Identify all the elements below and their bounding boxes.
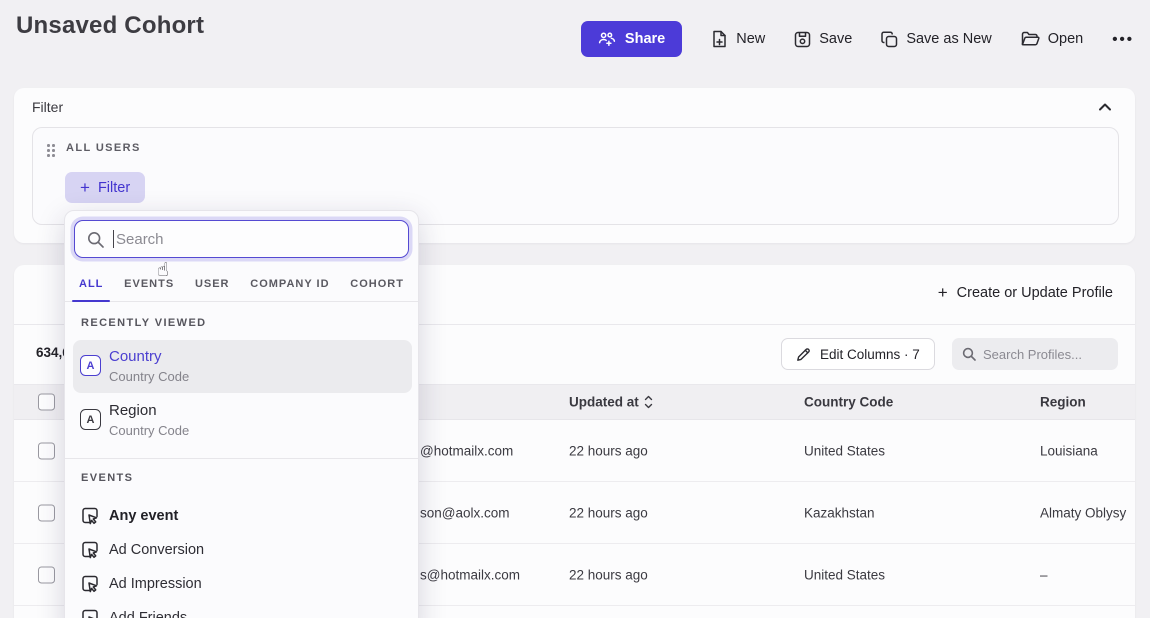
- save-button[interactable]: Save: [794, 31, 852, 48]
- email-cell: son@aolx.com: [420, 505, 510, 520]
- collapse-chevron-up-icon[interactable]: [1097, 101, 1113, 113]
- divider: [65, 458, 418, 459]
- text-caret: [113, 230, 114, 248]
- list-item-ad-impression[interactable]: Ad Impression: [73, 567, 412, 601]
- create-profile-label: Create or Update Profile: [957, 285, 1113, 301]
- updated-cell: 22 hours ago: [569, 505, 648, 520]
- letter-a-icon: A: [80, 409, 101, 430]
- country-cell: United States: [804, 443, 885, 458]
- column-region[interactable]: Region: [1040, 395, 1086, 410]
- more-options-button[interactable]: •••: [1112, 31, 1134, 48]
- recently-viewed-label: RECENTLY VIEWED: [81, 317, 207, 329]
- event-icon: [81, 541, 99, 559]
- item-subtitle: Country Code: [109, 423, 189, 438]
- item-title: Ad Conversion: [109, 542, 204, 558]
- share-button[interactable]: Share: [581, 21, 682, 57]
- region-cell: –: [1040, 567, 1048, 582]
- new-button[interactable]: New: [711, 30, 765, 48]
- updated-cell: 22 hours ago: [569, 443, 648, 458]
- pencil-icon: [796, 347, 811, 362]
- add-filter-label: Filter: [98, 180, 130, 196]
- item-title: Ad Impression: [109, 576, 202, 592]
- column-updated-at[interactable]: Updated at: [569, 395, 653, 410]
- edit-columns-label: Edit Columns · 7: [820, 347, 920, 362]
- edit-columns-button[interactable]: Edit Columns · 7: [781, 338, 935, 370]
- page-title: Unsaved Cohort: [16, 12, 204, 40]
- filter-panel-title: Filter: [32, 99, 63, 115]
- tab-user[interactable]: USER: [195, 278, 230, 292]
- email-cell: s@hotmailx.com: [420, 567, 520, 582]
- dropdown-search-input[interactable]: [116, 231, 366, 248]
- search-icon: [87, 231, 104, 248]
- tab-company-id[interactable]: COMPANY ID: [250, 278, 329, 292]
- row-checkbox[interactable]: [38, 504, 55, 521]
- list-item-country[interactable]: A Country Country Code: [73, 340, 412, 393]
- event-icon: [81, 575, 99, 593]
- share-label: Share: [625, 31, 665, 47]
- list-item-ad-conversion[interactable]: Ad Conversion: [73, 533, 412, 567]
- save-label: Save: [819, 31, 852, 47]
- app-window: Unsaved Cohort Share: [0, 0, 1150, 618]
- email-cell: @hotmailx.com: [420, 443, 513, 458]
- folder-open-icon: [1021, 31, 1040, 47]
- item-title: Region: [109, 402, 157, 419]
- create-or-update-profile-button[interactable]: + Create or Update Profile: [938, 284, 1113, 301]
- new-label: New: [736, 31, 765, 47]
- country-cell: United States: [804, 567, 885, 582]
- add-filter-button[interactable]: + Filter: [65, 172, 145, 203]
- region-cell: Louisiana: [1040, 443, 1098, 458]
- event-icon: [81, 507, 99, 525]
- region-cell: Almaty Oblysy: [1040, 505, 1126, 520]
- sort-icon[interactable]: [644, 396, 653, 409]
- column-country-code[interactable]: Country Code: [804, 395, 893, 410]
- tab-all[interactable]: ALL: [79, 278, 103, 292]
- updated-cell: 22 hours ago: [569, 567, 648, 582]
- drag-handle-icon[interactable]: [47, 144, 55, 157]
- row-checkbox[interactable]: [38, 442, 55, 459]
- list-item-any-event[interactable]: Any event: [73, 499, 412, 533]
- item-title: Any event: [109, 508, 178, 524]
- copy-icon: [881, 31, 898, 48]
- new-file-icon: [711, 30, 728, 48]
- search-profiles-input[interactable]: [983, 347, 1103, 362]
- events-label: EVENTS: [81, 472, 133, 484]
- search-icon: [962, 347, 976, 361]
- save-as-new-button[interactable]: Save as New: [881, 31, 991, 48]
- header-actions: Share New Save: [581, 21, 1134, 57]
- save-floppy-icon: [794, 31, 811, 48]
- item-subtitle: Country Code: [109, 369, 189, 384]
- dropdown-tabs: ALL EVENTS USER COMPANY ID COHORT: [65, 269, 418, 302]
- property-picker-dropdown: ALL EVENTS USER COMPANY ID COHORT ☝ RECE…: [64, 210, 419, 618]
- list-item-region[interactable]: A Region Country Code: [73, 394, 412, 447]
- all-users-label: ALL USERS: [66, 142, 141, 154]
- item-title: Country: [109, 348, 162, 365]
- select-all-checkbox[interactable]: [38, 394, 55, 411]
- open-label: Open: [1048, 31, 1083, 47]
- list-item-add-friends[interactable]: Add Friends: [73, 601, 412, 618]
- mouse-hand-cursor: ☝: [157, 259, 169, 281]
- search-profiles-field[interactable]: [952, 338, 1118, 370]
- open-button[interactable]: Open: [1021, 31, 1083, 47]
- plus-icon: +: [938, 284, 948, 301]
- dropdown-search-field[interactable]: [74, 220, 409, 258]
- save-as-new-label: Save as New: [906, 31, 991, 47]
- country-cell: Kazakhstan: [804, 505, 875, 520]
- item-title: Add Friends: [109, 610, 187, 618]
- tab-cohort[interactable]: COHORT: [350, 278, 404, 292]
- letter-a-icon: A: [80, 355, 101, 376]
- event-icon: [81, 609, 99, 618]
- row-checkbox[interactable]: [38, 566, 55, 583]
- plus-icon: +: [80, 179, 90, 196]
- share-users-icon: [598, 32, 616, 47]
